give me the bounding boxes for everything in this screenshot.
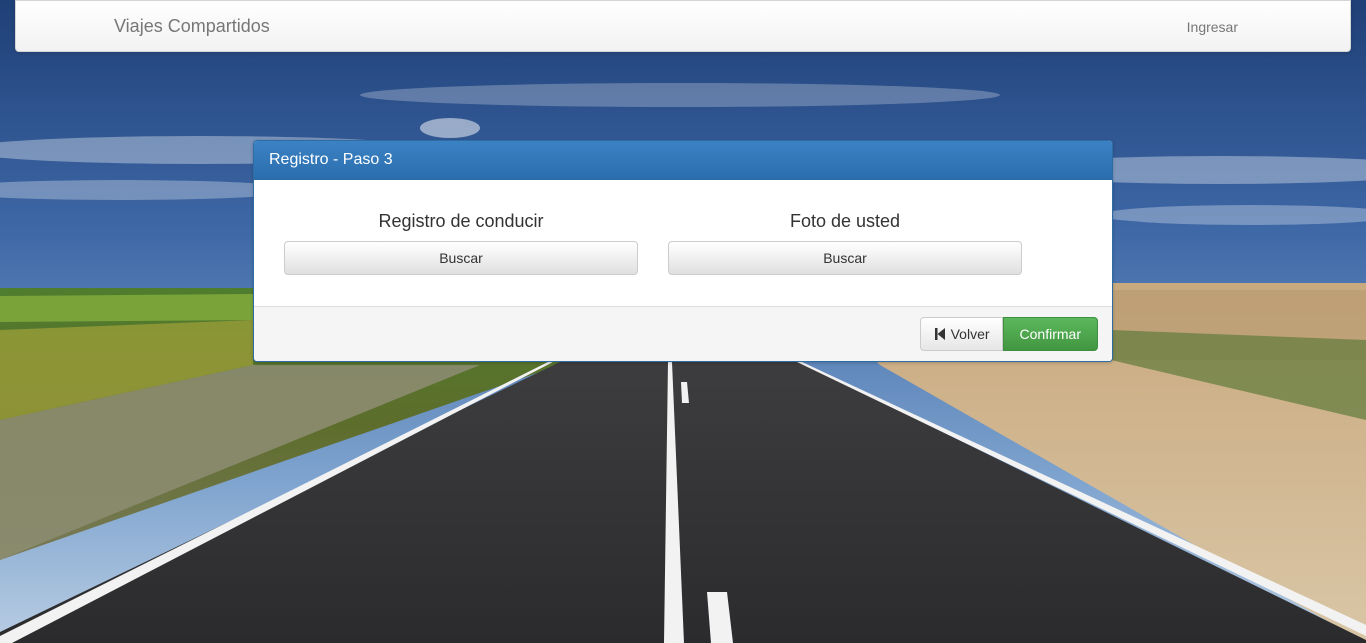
confirm-button[interactable]: Confirmar xyxy=(1002,317,1098,351)
user-photo-label: Foto de usted xyxy=(789,211,901,231)
registration-panel: Registro - Paso 3 Registro de conducir B… xyxy=(253,140,1113,362)
drivers-license-label: Registro de conducir xyxy=(378,211,544,231)
drivers-license-field: Registro de conducir Buscar xyxy=(284,210,638,275)
login-link[interactable]: Ingresar xyxy=(1187,18,1238,36)
back-button-label: Volver xyxy=(950,326,990,342)
drivers-license-browse-button[interactable]: Buscar xyxy=(284,241,638,275)
back-button[interactable]: Volver xyxy=(919,317,1003,351)
user-photo-browse-button[interactable]: Buscar xyxy=(668,241,1022,275)
step-backward-icon xyxy=(934,328,945,340)
brand-link[interactable]: Viajes Compartidos xyxy=(114,16,270,36)
panel-body: Registro de conducir Buscar Foto de uste… xyxy=(254,180,1112,306)
action-button-group: Volver Confirmar xyxy=(919,317,1098,351)
panel-footer: Volver Confirmar xyxy=(254,306,1112,361)
user-photo-field: Foto de usted Buscar xyxy=(668,210,1022,275)
top-navbar: Viajes Compartidos Ingresar xyxy=(15,0,1351,52)
panel-title: Registro - Paso 3 xyxy=(254,141,1112,180)
